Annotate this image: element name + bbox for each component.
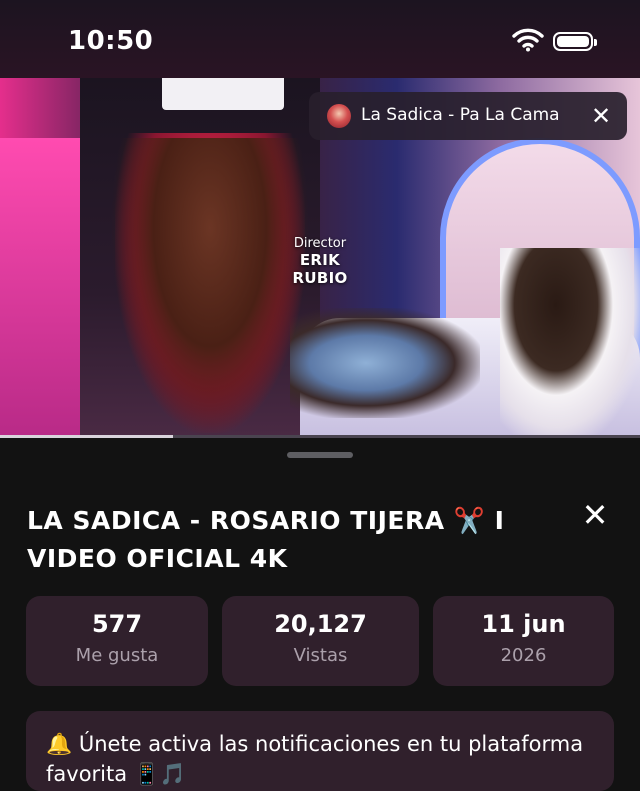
publish-day: 11 jun (481, 610, 566, 638)
stat-date: 11 jun 2026 (433, 596, 614, 686)
details-sheet: LA SADICA - ROSARIO TIJERA ✂️ I VIDEO OF… (0, 438, 640, 791)
singer (110, 138, 310, 438)
video-title: LA SADICA - ROSARIO TIJERA ✂️ I VIDEO OF… (27, 506, 505, 573)
description-text: 🔔 Únete activa las notificaciones en tu … (46, 732, 584, 786)
clock: 10:50 (68, 26, 154, 56)
battery-icon (553, 32, 597, 51)
publish-year: 2026 (500, 645, 547, 666)
description-card[interactable]: 🔔 Únete activa las notificaciones en tu … (26, 711, 614, 791)
mini-player-thumbnail (327, 104, 351, 128)
mini-player[interactable]: La Sadica - Pa La Cama ✕ (309, 92, 627, 140)
views-count: 20,127 (274, 610, 367, 638)
person-on-bed (290, 308, 480, 418)
stat-likes: 577 Me gusta (26, 596, 208, 686)
mini-player-title: La Sadica - Pa La Cama (361, 105, 560, 125)
likes-count: 577 (91, 610, 143, 638)
views-label: Vistas (293, 645, 348, 666)
sheet-grabber[interactable] (287, 452, 353, 458)
close-icon[interactable]: ✕ (589, 104, 613, 128)
stat-views: 20,127 Vistas (222, 596, 419, 686)
close-icon[interactable]: ✕ (578, 498, 612, 532)
air-conditioner (162, 78, 284, 110)
video-credit: Director ERIK RUBIO (270, 236, 370, 287)
wifi-icon (512, 28, 544, 52)
credit-name: ERIK RUBIO (292, 251, 348, 287)
credit-role: Director (293, 236, 347, 251)
likes-label: Me gusta (75, 645, 159, 666)
person-right (500, 248, 640, 438)
status-bar: 10:50 (0, 0, 640, 78)
